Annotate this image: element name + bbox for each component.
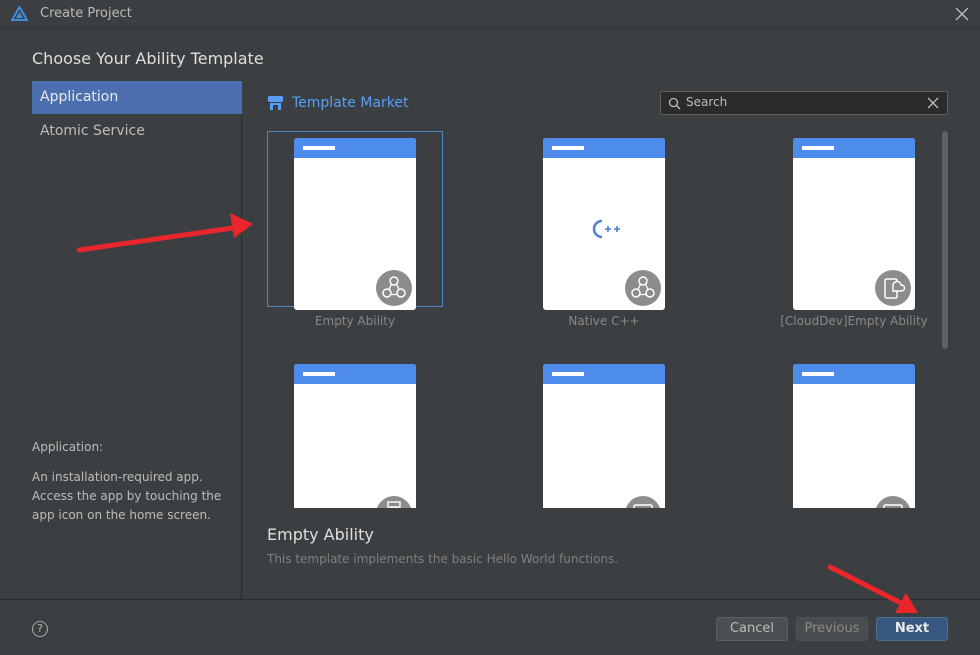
- ability-icon: [625, 270, 661, 306]
- template-label: [CloudDev]Empty Ability: [780, 314, 928, 328]
- clear-search-icon[interactable]: [927, 97, 939, 109]
- template-preview: [793, 138, 915, 310]
- sidebar-item-application[interactable]: Application: [32, 81, 242, 114]
- preview-title-bar: [793, 364, 915, 384]
- title-bar: Create Project: [0, 0, 980, 28]
- search-icon: [668, 97, 681, 110]
- sidebar-item-atomic-service[interactable]: Atomic Service: [32, 115, 242, 148]
- template-market-link[interactable]: Template Market: [267, 93, 408, 113]
- template-card-empty-ability[interactable]: Empty Ability: [267, 131, 443, 371]
- cloud-device-icon: [875, 270, 911, 306]
- window-title: Create Project: [40, 6, 132, 21]
- template-card-native-cpp[interactable]: Native C++: [516, 131, 692, 371]
- template-card-tablet-2[interactable]: [766, 357, 933, 508]
- template-preview: [543, 138, 665, 310]
- template-grid: Empty Ability Native C++ [CloudDev]Empty…: [243, 126, 933, 508]
- category-description-title: Application:: [32, 440, 104, 454]
- tablet-icon: [875, 496, 911, 508]
- previous-button[interactable]: Previous: [796, 617, 868, 641]
- template-card-clouddev-empty-ability[interactable]: [CloudDev]Empty Ability: [766, 131, 933, 371]
- template-preview: [543, 364, 665, 508]
- template-grid-scrollbar[interactable]: [942, 131, 948, 349]
- template-market-label: Template Market: [292, 95, 409, 111]
- template-label: Native C++: [568, 314, 640, 328]
- ability-icon: [376, 270, 412, 306]
- category-sidebar: Application Atomic Service Application: …: [0, 80, 242, 599]
- cpp-icon: [592, 219, 620, 239]
- preview-title-bar: [294, 364, 416, 384]
- page-title: Choose Your Ability Template: [32, 49, 264, 68]
- search-placeholder: Search: [686, 95, 728, 109]
- watch-icon: [376, 496, 412, 508]
- create-project-dialog: Create Project Choose Your Ability Templ…: [0, 0, 980, 655]
- app-logo-icon: [11, 6, 28, 21]
- template-label: Empty Ability: [314, 314, 396, 328]
- template-preview: [294, 138, 416, 310]
- tablet-icon: [625, 496, 661, 508]
- template-card-watch[interactable]: [267, 357, 443, 508]
- preview-title-bar: [543, 138, 665, 158]
- category-description: An installation-required app. Access the…: [32, 470, 222, 522]
- selected-template-description: This template implements the basic Hello…: [267, 552, 619, 566]
- selected-template-title: Empty Ability: [267, 525, 374, 544]
- template-preview: [793, 364, 915, 508]
- help-icon[interactable]: ?: [32, 621, 48, 637]
- close-icon[interactable]: [952, 4, 972, 24]
- preview-title-bar: [793, 138, 915, 158]
- search-input[interactable]: Search: [660, 91, 948, 115]
- cancel-button[interactable]: Cancel: [716, 617, 788, 641]
- next-button[interactable]: Next: [876, 617, 948, 641]
- template-card-tablet[interactable]: [516, 357, 692, 508]
- preview-title-bar: [543, 364, 665, 384]
- store-icon: [268, 96, 283, 110]
- dialog-footer: ? Cancel Previous Next: [0, 599, 980, 655]
- template-preview: [294, 364, 416, 508]
- preview-title-bar: [294, 138, 416, 158]
